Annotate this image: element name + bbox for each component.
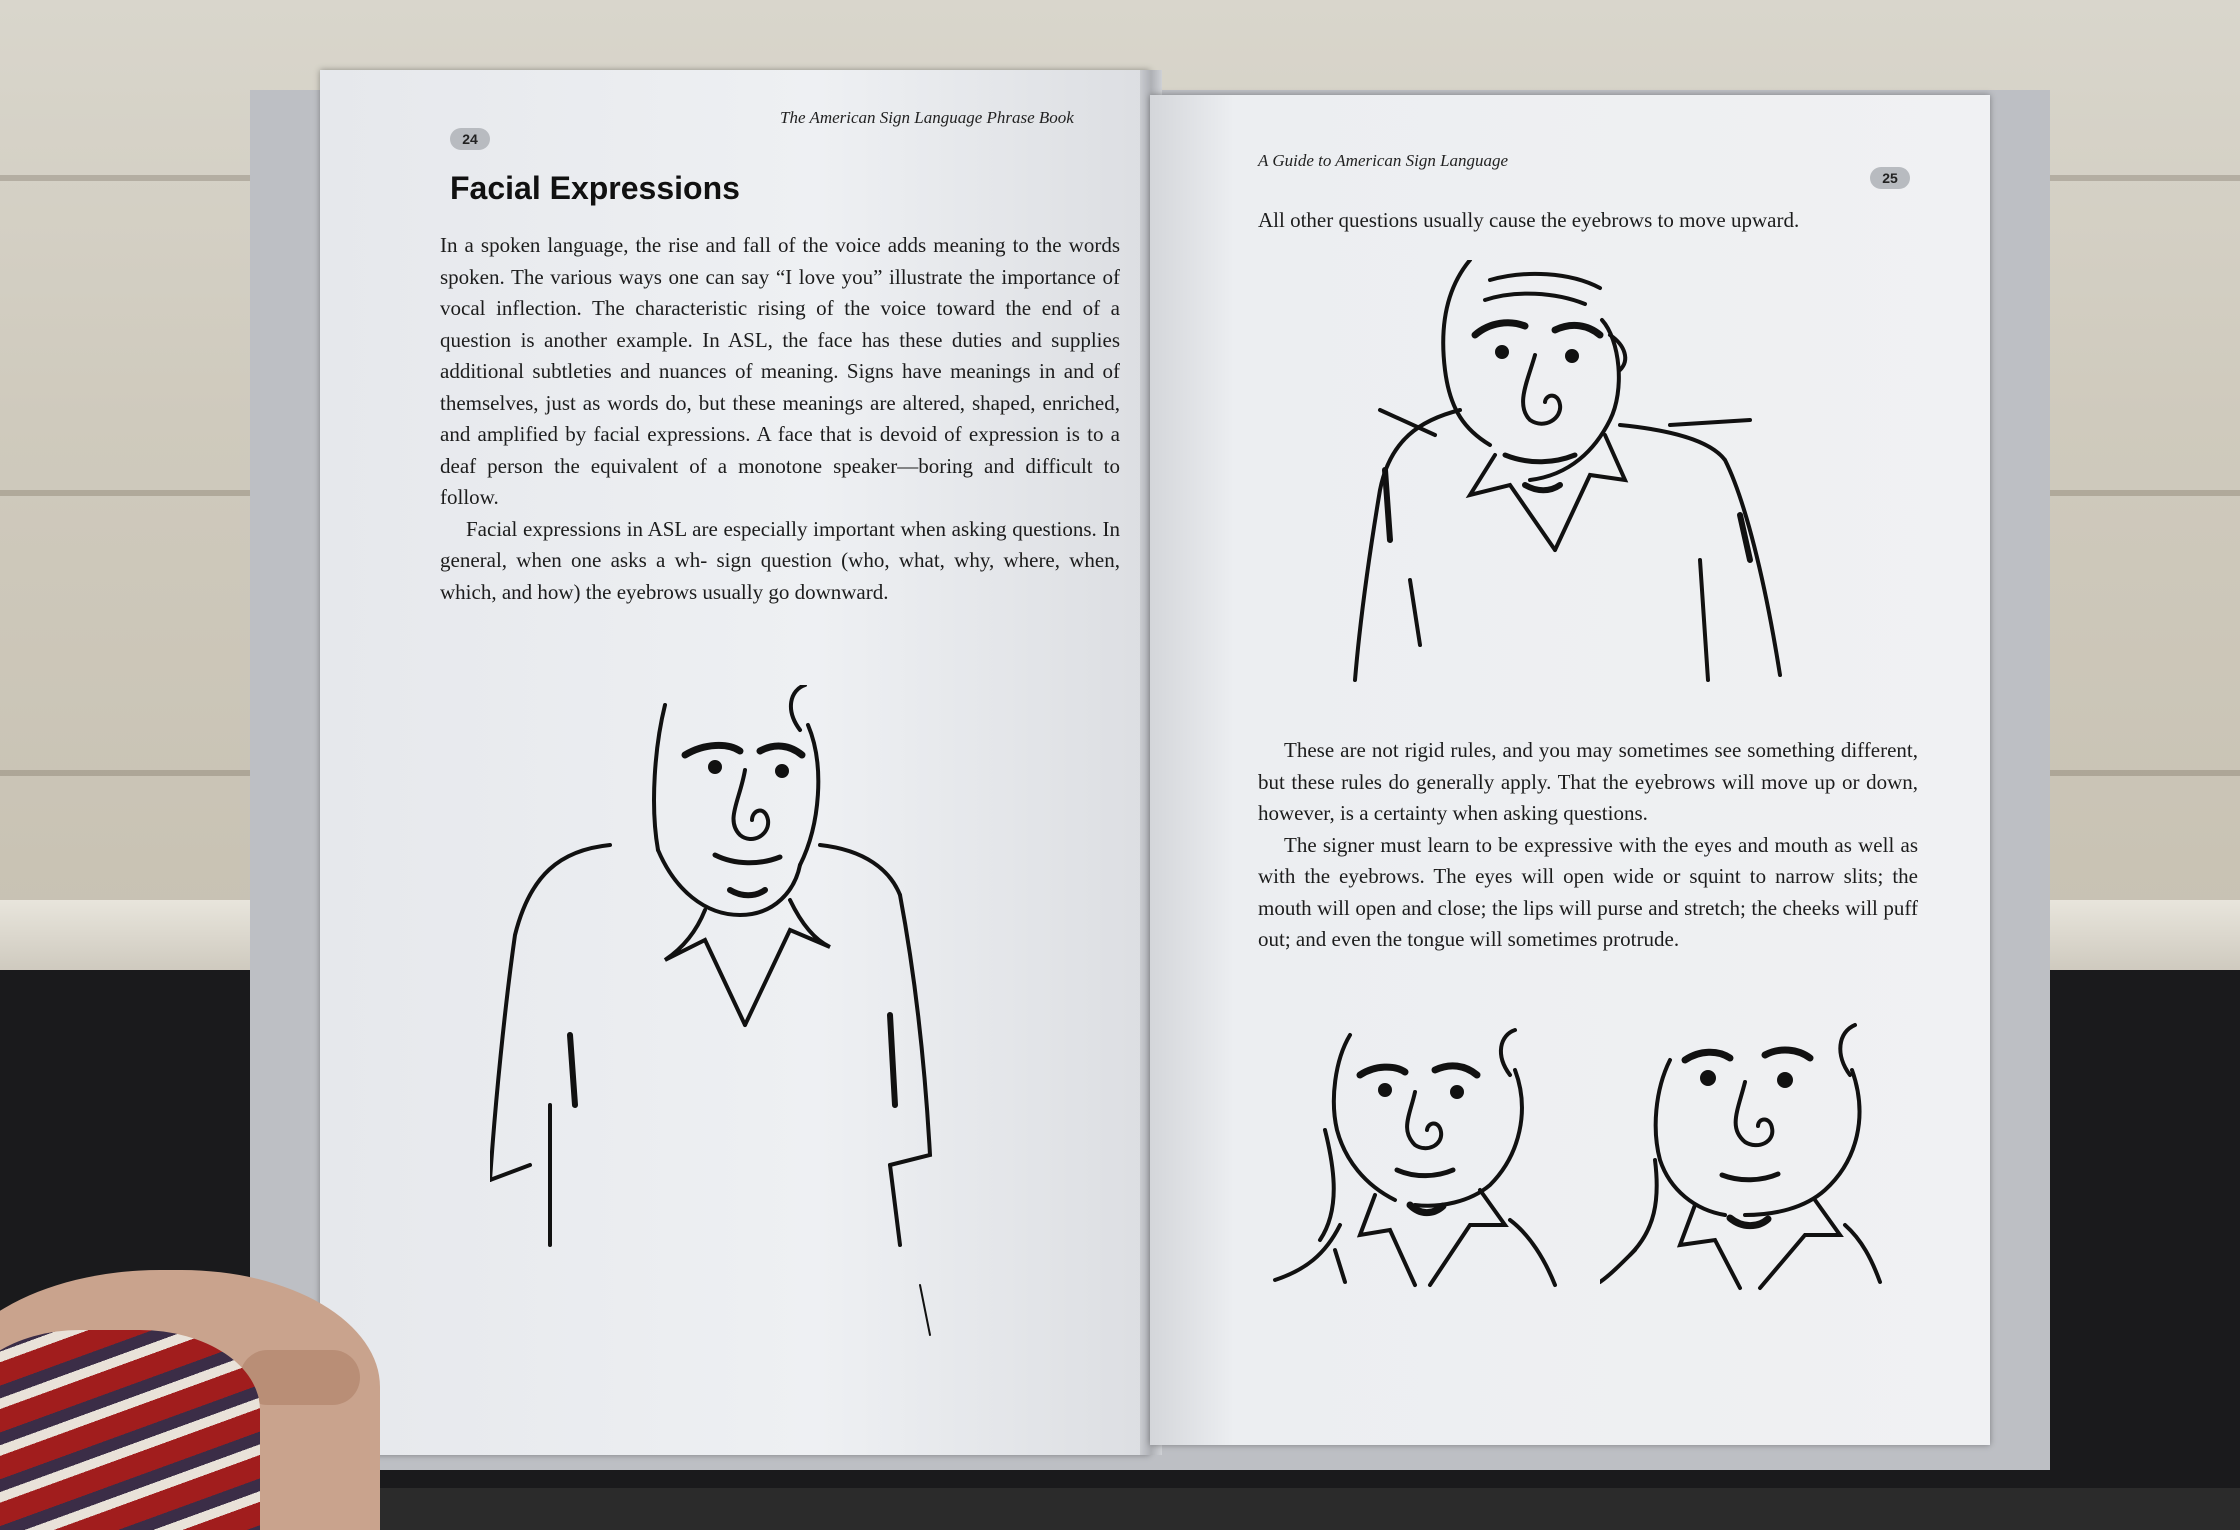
striped-sleeve xyxy=(0,1330,260,1530)
running-head-right: A Guide to American Sign Language xyxy=(1258,151,1509,170)
left-paragraph-2: Facial expressions in ASL are especially… xyxy=(440,516,1120,604)
right-body-text: These are not rigid rules, and you may s… xyxy=(1258,735,1918,956)
left-page: 24 The American Sign Language Phrase Boo… xyxy=(320,70,1150,1455)
right-opening-line: All other questions usually cause the ey… xyxy=(1258,208,1800,232)
illustration-eyebrows-raised-man xyxy=(1340,260,1810,700)
running-head-left: The American Sign Language Phrase Book xyxy=(780,108,1074,127)
illustration-squinting-face xyxy=(1265,1020,1565,1300)
section-heading: Facial Expressions xyxy=(450,170,740,206)
left-paragraph-1: In a spoken language, the rise and fall … xyxy=(440,233,1120,509)
right-paragraph-2: The signer must learn to be expressive w… xyxy=(1258,832,1918,952)
page-number-24: 24 xyxy=(450,128,490,150)
illustration-frowning-man xyxy=(490,685,940,1365)
page-number-25: 25 xyxy=(1870,167,1910,189)
illustration-wide-eyed-face xyxy=(1600,1020,1900,1300)
right-page: A Guide to American Sign Language 25 All… xyxy=(1150,95,1990,1445)
right-paragraph-1: These are not rigid rules, and you may s… xyxy=(1258,738,1918,825)
left-body-text: In a spoken language, the rise and fall … xyxy=(440,230,1120,608)
